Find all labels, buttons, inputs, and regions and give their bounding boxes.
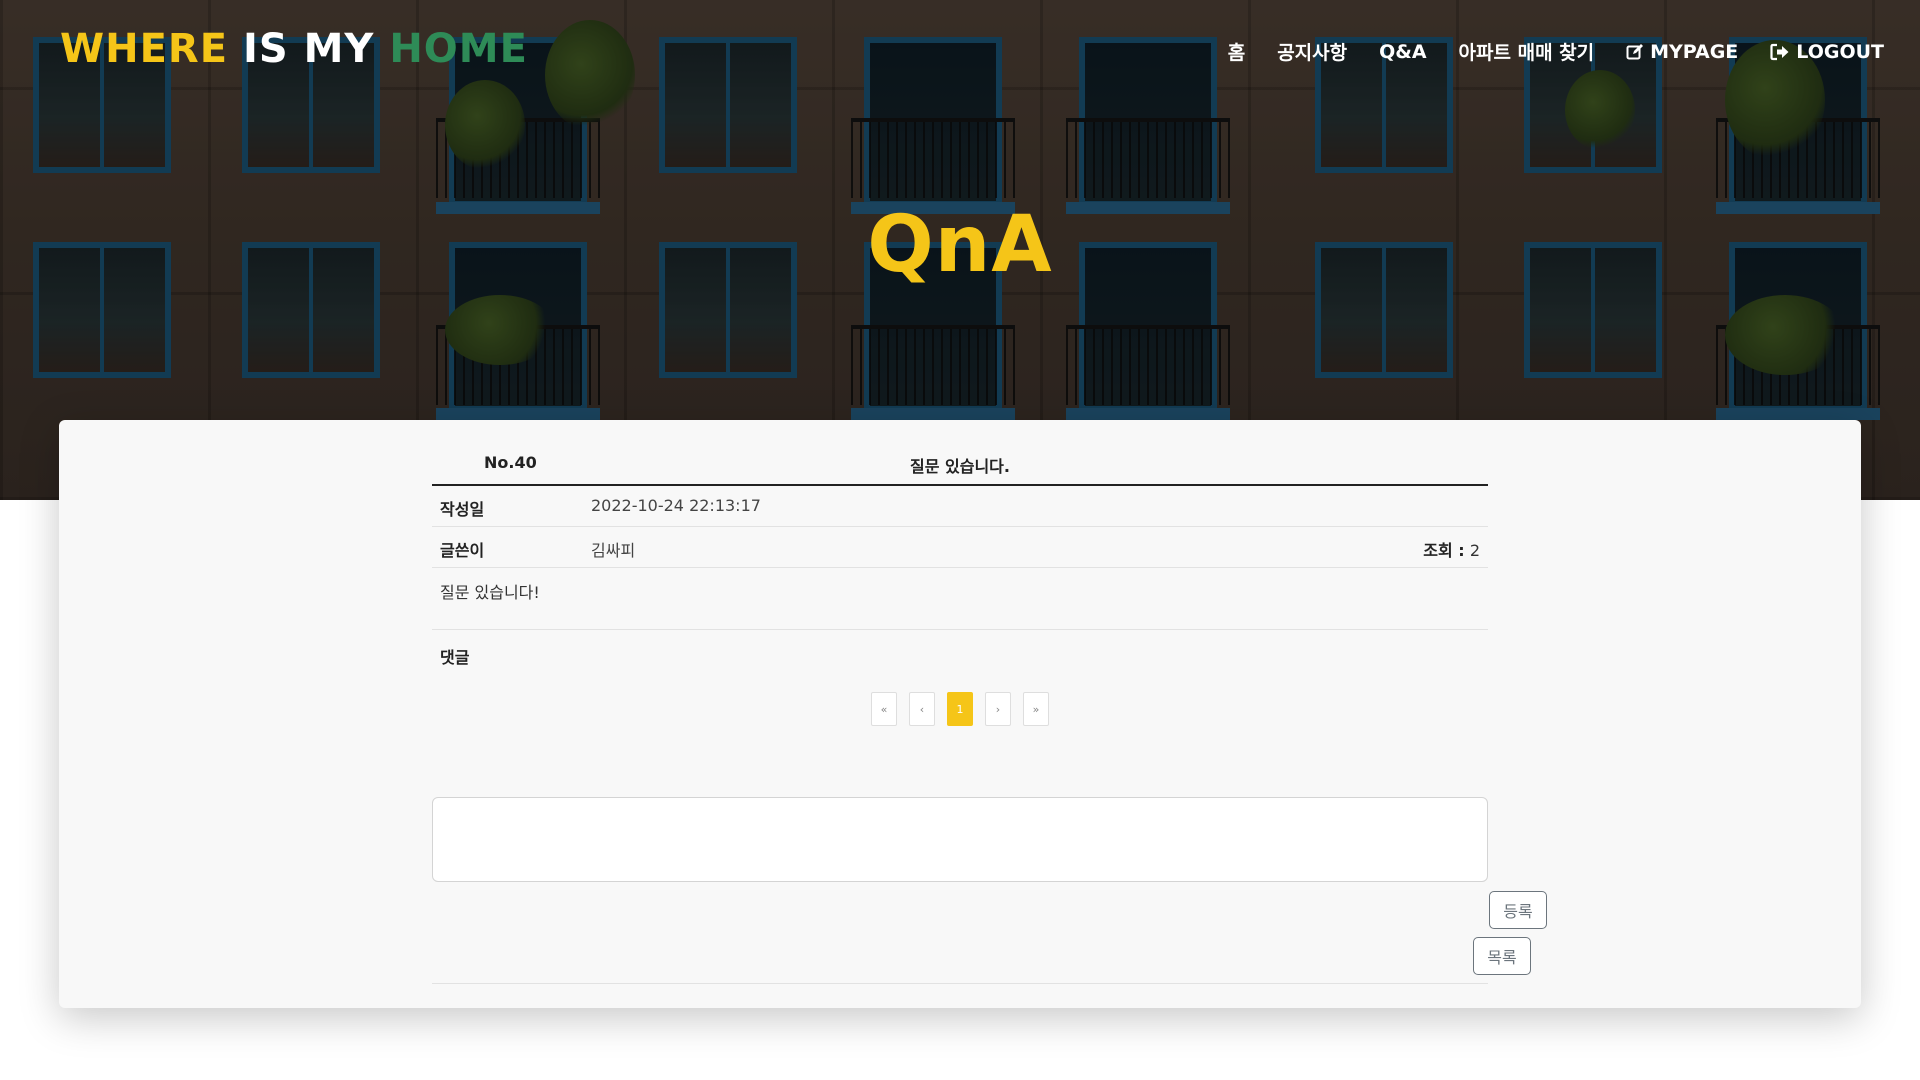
nav-apartment-search-label: 아파트 매매 찾기 (1458, 42, 1595, 64)
logout-icon (1770, 43, 1790, 61)
author-value: 김싸피 (591, 541, 636, 560)
logo-word-is-my: IS MY (242, 26, 375, 72)
comment-section-header: 댓글 (432, 630, 1488, 670)
divider (432, 983, 1488, 984)
post-body: 질문 있습니다! (432, 568, 1488, 630)
nav-apartment-search[interactable]: 아파트 매매 찾기 (1443, 38, 1611, 65)
nav-qna[interactable]: Q&A (1363, 41, 1442, 63)
post-date-row: 작성일 2022-10-24 22:13:17 (432, 486, 1488, 527)
top-nav: 홈 공지사항 Q&A 아파트 매매 찾기 MYPAGE LOGOUT (1212, 38, 1900, 65)
nav-home[interactable]: 홈 (1212, 38, 1261, 65)
nav-logout-label: LOGOUT (1796, 40, 1884, 63)
post-content: No.40 질문 있습니다. 작성일 2022-10-24 22:13:17 글… (432, 420, 1547, 984)
post-author-row: 글쓴이 김싸피 조회 : 2 (432, 527, 1488, 568)
page-last-button[interactable]: » (1023, 692, 1049, 726)
comment-input[interactable] (432, 797, 1488, 882)
nav-logout[interactable]: LOGOUT (1754, 41, 1900, 63)
date-label: 작성일 (440, 500, 485, 519)
page-first-button[interactable]: « (871, 692, 897, 726)
post-card: No.40 질문 있습니다. 작성일 2022-10-24 22:13:17 글… (59, 420, 1861, 1008)
page-prev-button[interactable]: ‹ (909, 692, 935, 726)
views-label: 조회 : (1423, 541, 1465, 560)
post-title: 질문 있습니다. (910, 457, 1010, 476)
comment-header-label: 댓글 (440, 648, 470, 667)
back-to-list-button[interactable]: 목록 (1473, 937, 1531, 975)
site-logo[interactable]: WHERE IS MY HOME (60, 26, 528, 72)
nav-notice-label: 공지사항 (1277, 42, 1348, 64)
nav-notice[interactable]: 공지사항 (1261, 38, 1363, 65)
page-next-button[interactable]: › (985, 692, 1011, 726)
views-value: 2 (1469, 541, 1480, 560)
author-label: 글쓴이 (440, 541, 485, 560)
nav-home-label: 홈 (1227, 42, 1246, 64)
post-body-text: 질문 있습니다! (440, 583, 540, 602)
page-current-button[interactable]: 1 (947, 692, 973, 726)
post-header-row: No.40 질문 있습니다. (432, 420, 1488, 486)
nav-qna-label: Q&A (1379, 40, 1427, 63)
nav-mypage-label: MYPAGE (1650, 40, 1739, 63)
nav-mypage[interactable]: MYPAGE (1610, 41, 1754, 63)
edit-icon (1626, 43, 1644, 61)
logo-word-where: WHERE (60, 26, 229, 72)
views-count: 조회 : 2 (1423, 537, 1480, 561)
logo-word-home: HOME (389, 26, 528, 72)
page-title: QnA (867, 200, 1053, 290)
date-value: 2022-10-24 22:13:17 (591, 496, 761, 515)
comment-submit-button[interactable]: 등록 (1489, 891, 1547, 929)
